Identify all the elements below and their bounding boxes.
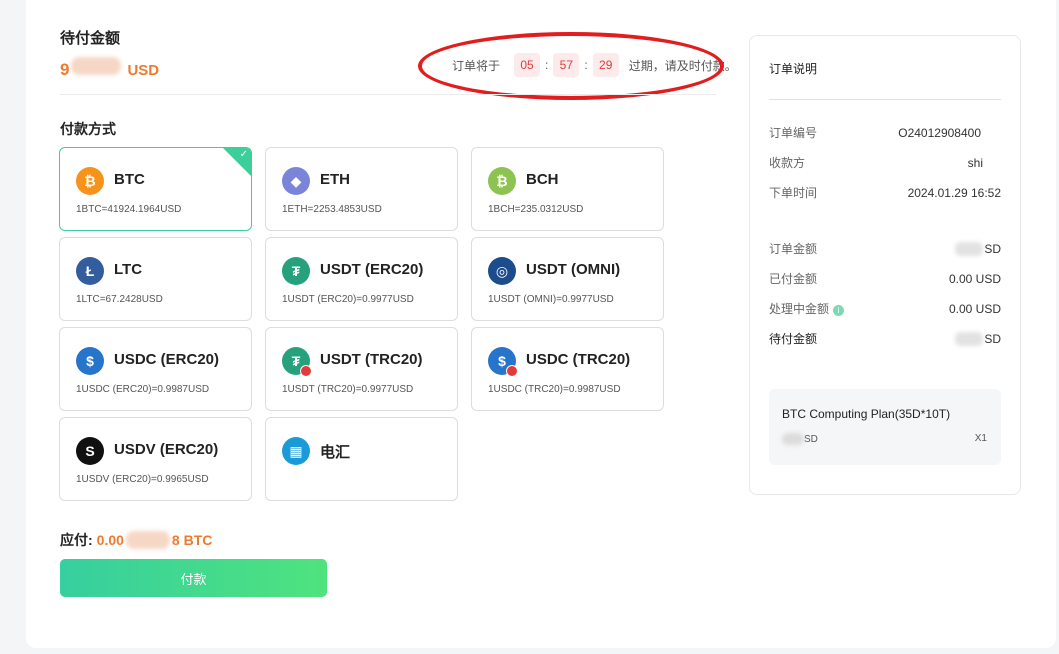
paid-amount-row: 已付金额 0.00 USD: [769, 270, 1001, 287]
payee-value: shi: [967, 155, 983, 170]
usdc-icon: $: [76, 347, 104, 375]
summary-divider: [769, 99, 1001, 100]
due-amount-row: 待付金额 SD: [769, 330, 1001, 347]
order-time-label: 下单时间: [769, 186, 818, 200]
due-label: 待付金额: [60, 30, 121, 47]
payment-methods-title: 付款方式: [60, 121, 116, 137]
order-number-row: 订单编号 O24012908400: [769, 124, 1001, 141]
countdown-colon: :: [545, 58, 549, 72]
payment-method-usdv-erc20[interactable]: S USDV (ERC20) 1USDV (ERC20)=0.9965USD: [59, 417, 252, 501]
paid-amount-label: 已付金额: [769, 272, 818, 286]
countdown-minutes: 57: [553, 53, 580, 77]
method-rate: 1USDC (ERC20)=0.9987USD: [76, 384, 210, 395]
tron-badge-icon: [506, 365, 518, 377]
tron-badge-icon: [300, 365, 312, 377]
payable-suffix: 8 BTC: [171, 532, 213, 548]
method-name: ETH: [320, 171, 350, 188]
payment-method-btc[interactable]: ₿ BTC 1BTC=41924.1964USD ✓: [59, 147, 252, 231]
plan-quantity: X1: [974, 433, 987, 444]
method-rate: 1BCH=235.0312USD: [488, 204, 584, 215]
summary-title: 订单说明: [769, 62, 818, 76]
due-amount: 9 USD: [60, 57, 159, 80]
method-rate: 1USDT (ERC20)=0.9977USD: [282, 294, 414, 305]
usdv-icon: S: [76, 437, 104, 465]
countdown-prefix: 订单将于: [452, 58, 501, 73]
expiry-countdown: 订单将于 05 : 57 : 29 过期，请及时付款。: [452, 53, 737, 77]
method-name: USDT (ERC20): [320, 261, 424, 278]
order-amount-label: 订单金额: [769, 242, 818, 256]
method-rate: 1ETH=2253.4853USD: [282, 204, 382, 215]
payable-label: 应付:: [60, 532, 93, 548]
order-summary-panel: 订单说明 订单编号 O24012908400 收款方 shi 下单时间 2024…: [749, 35, 1021, 495]
due-currency: USD: [127, 62, 160, 79]
processing-amount-value: 0.00 USD: [948, 301, 1001, 316]
method-rate: 1USDT (OMNI)=0.9977USD: [488, 294, 614, 305]
method-name: BCH: [526, 171, 559, 188]
countdown-suffix: 过期，请及时付款。: [628, 58, 737, 73]
due-amount-value: SD: [984, 331, 1001, 346]
paid-amount-value: 0.00 USD: [948, 271, 1001, 286]
plan-price: SD: [804, 433, 818, 445]
tether-icon: ₮: [282, 257, 310, 285]
method-name: USDC (TRC20): [526, 351, 631, 368]
redacted-amount: [71, 57, 122, 75]
litecoin-icon: Ł: [76, 257, 104, 285]
order-amount-value: SD: [984, 241, 1001, 256]
payment-method-usdc-erc20[interactable]: $ USDC (ERC20) 1USDC (ERC20)=0.9987USD: [59, 327, 252, 411]
amount-payable: 应付: 0.00 8 BTC: [60, 530, 212, 550]
method-name: 电汇: [320, 444, 351, 461]
pay-button[interactable]: 付款: [60, 559, 327, 597]
payment-method-eth[interactable]: ◆ ETH 1ETH=2253.4853USD: [265, 147, 458, 231]
due-amount-label: 待付金额: [769, 332, 818, 346]
payment-method-ltc[interactable]: Ł LTC 1LTC=67.2428USD: [59, 237, 252, 321]
ethereum-icon: ◆: [282, 167, 310, 195]
payable-value: 0.00 8 BTC: [96, 531, 213, 549]
plan-item: BTC Computing Plan(35D*10T) SD X1: [769, 389, 1001, 465]
order-number-value: O24012908400: [898, 125, 981, 140]
redacted-amount: [955, 331, 984, 346]
bitcoin-cash-icon: ₿: [488, 167, 516, 195]
countdown-seconds: 29: [592, 53, 619, 77]
method-rate: 1USDV (ERC20)=0.9965USD: [76, 474, 209, 485]
payment-method-usdc-trc20[interactable]: $ USDC (TRC20) 1USDC (TRC20)=0.9987USD: [471, 327, 664, 411]
method-rate: 1USDC (TRC20)=0.9987USD: [488, 384, 621, 395]
payment-method-usdt-erc20[interactable]: ₮ USDT (ERC20) 1USDT (ERC20)=0.9977USD: [265, 237, 458, 321]
countdown-hours: 05: [514, 53, 541, 77]
method-rate: 1LTC=67.2428USD: [76, 294, 163, 305]
payment-method-bch[interactable]: ₿ BCH 1BCH=235.0312USD: [471, 147, 664, 231]
method-rate: 1USDT (TRC20)=0.9977USD: [282, 384, 414, 395]
due-amount-prefix: 9: [60, 60, 70, 79]
processing-amount-label: 处理中金额: [769, 302, 830, 316]
payee-label: 收款方: [769, 156, 806, 170]
method-name: BTC: [114, 171, 145, 188]
method-name: LTC: [114, 261, 143, 278]
order-amount-row: 订单金额 SD: [769, 240, 1001, 257]
selected-check-icon: ✓: [223, 148, 251, 176]
method-name: USDC (ERC20): [114, 351, 220, 368]
bank-transfer-icon: ▦: [282, 437, 310, 465]
redacted-amount: [955, 241, 984, 256]
payee-row: 收款方 shi: [769, 154, 1001, 171]
method-rate: 1BTC=41924.1964USD: [76, 204, 182, 215]
method-name: USDV (ERC20): [114, 441, 219, 458]
info-icon[interactable]: i: [833, 305, 845, 316]
order-time-value: 2024.01.29 16:52: [907, 185, 1001, 200]
bitcoin-icon: ₿: [76, 167, 104, 195]
payment-method-电汇[interactable]: ▦ 电汇: [265, 417, 458, 501]
processing-amount-row: 处理中金额 i 0.00 USD: [769, 300, 1001, 317]
payable-prefix: 0.00: [96, 532, 124, 548]
countdown-colon: :: [584, 58, 588, 72]
order-time-row: 下单时间 2024.01.29 16:52: [769, 184, 1001, 201]
payment-method-usdt-omni[interactable]: ◎ USDT (OMNI) 1USDT (OMNI)=0.9977USD: [471, 237, 664, 321]
payment-method-usdt-trc20[interactable]: ₮ USDT (TRC20) 1USDT (TRC20)=0.9977USD: [265, 327, 458, 411]
redacted-amount: [782, 433, 804, 445]
method-name: USDT (OMNI): [526, 261, 621, 278]
method-name: USDT (TRC20): [320, 351, 423, 368]
header-divider: [60, 94, 716, 95]
plan-name: BTC Computing Plan(35D*10T): [782, 407, 951, 421]
order-number-label: 订单编号: [769, 126, 818, 140]
omni-icon: ◎: [488, 257, 516, 285]
redacted-amount: [125, 531, 170, 549]
